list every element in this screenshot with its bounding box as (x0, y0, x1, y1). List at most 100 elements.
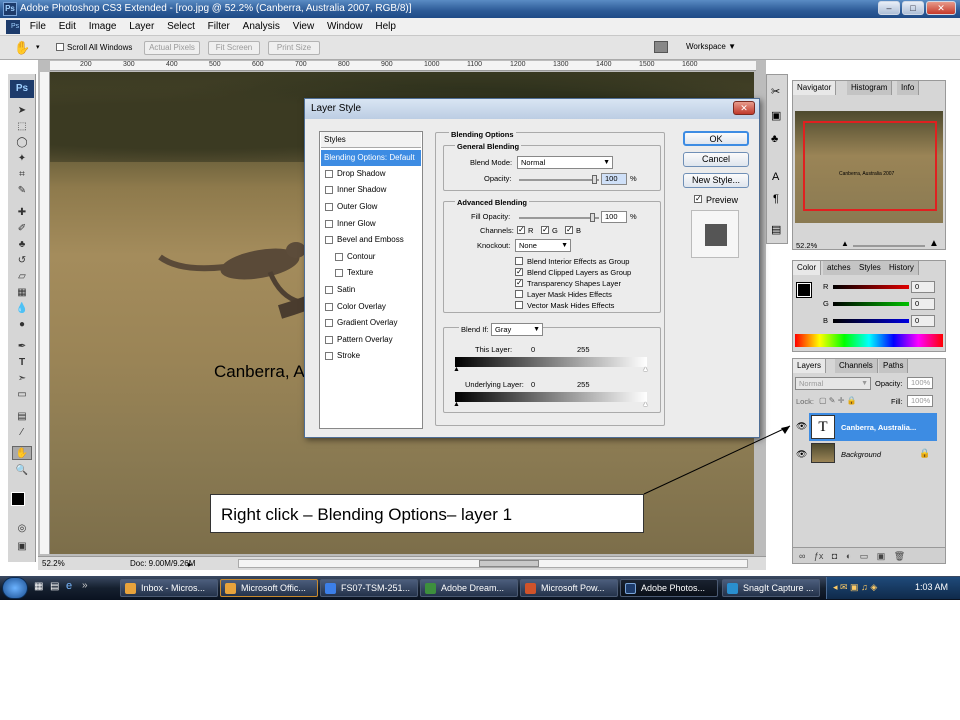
style-checkbox[interactable] (325, 319, 333, 327)
menu-help[interactable]: Help (370, 18, 401, 36)
tool-preset-dropdown-icon[interactable]: ▾ (36, 43, 40, 51)
tab-navigator[interactable]: Navigator (793, 81, 837, 95)
history-brush-icon[interactable]: ↺ (12, 254, 32, 268)
blend-interior-checkbox[interactable] (515, 257, 523, 265)
style-checkbox[interactable] (335, 269, 343, 277)
fill-opacity-input[interactable]: 100 (601, 211, 627, 223)
blend-clipped-checkbox[interactable]: ✓ (515, 268, 523, 276)
r-value[interactable]: 0 (911, 281, 935, 293)
blend-mode-select[interactable]: Normal ▼ (517, 156, 613, 169)
style-color-overlay[interactable]: Color Overlay (321, 299, 421, 315)
style-pattern-overlay[interactable]: Pattern Overlay (321, 332, 421, 348)
menu-image[interactable]: Image (84, 18, 122, 36)
navigator-thumbnail[interactable]: Canberra, Australia 2007 (795, 111, 943, 223)
eraser-tool-icon[interactable]: ▱ (12, 270, 32, 284)
hand-tool-icon[interactable]: ✋ (14, 40, 30, 56)
bridge-icon[interactable] (654, 41, 668, 53)
zoom-out-icon[interactable]: ▲ (841, 239, 849, 248)
taskbar-item-powerpoint[interactable]: Microsoft Pow... (520, 579, 618, 597)
style-inner-shadow[interactable]: Inner Shadow (321, 182, 421, 198)
tab-channels[interactable]: Channels (835, 359, 878, 373)
dialog-close-button[interactable]: ✕ (733, 101, 755, 115)
underlying-black-slider-icon[interactable]: ▲ (453, 401, 460, 408)
dodge-tool-icon[interactable]: ● (12, 318, 32, 332)
screen-mode-icon[interactable]: ▣ (12, 540, 32, 554)
layer-row-background[interactable]: Background 🔒 (809, 441, 937, 467)
style-bevel-emboss[interactable]: Bevel and Emboss (321, 232, 421, 248)
layer-blend-mode-select[interactable]: Normal ▼ (795, 377, 871, 390)
ie-quicklaunch-icon[interactable]: e (66, 580, 72, 592)
menu-filter[interactable]: Filter (203, 18, 235, 36)
style-contour[interactable]: Contour (321, 249, 421, 265)
tab-paths[interactable]: Paths (879, 359, 909, 373)
fg-color-swatch[interactable] (796, 282, 812, 298)
knockout-select[interactable]: None ▼ (515, 239, 571, 252)
menu-layer[interactable]: Layer (124, 18, 159, 36)
tab-history[interactable]: History (885, 261, 919, 275)
layer-opacity-input[interactable]: 100% (907, 377, 933, 389)
paragraph-icon[interactable]: ¶ (773, 193, 779, 205)
style-checkbox[interactable] (325, 286, 333, 294)
hand-tool-active-icon[interactable]: ✋ (12, 446, 32, 460)
tab-layers[interactable]: Layers (793, 359, 827, 373)
brushes-icon[interactable]: ▣ (771, 109, 781, 122)
style-checkbox[interactable] (325, 203, 333, 211)
style-checkbox[interactable] (325, 236, 333, 244)
eyedropper-icon[interactable]: ✎ (12, 184, 32, 198)
move-tool-icon[interactable]: ➤ (12, 104, 32, 118)
photoshop-menu-icon[interactable]: Ps (6, 20, 20, 34)
navigator-zoom[interactable]: 52.2% (796, 241, 817, 250)
this-layer-black-slider-icon[interactable]: ▲ (453, 366, 460, 373)
tab-color[interactable]: Color (793, 261, 822, 275)
style-checkbox[interactable] (335, 253, 343, 261)
shape-tool-icon[interactable]: ▭ (12, 388, 32, 402)
style-checkbox[interactable] (325, 303, 333, 311)
layer-comps-icon[interactable]: ▤ (771, 223, 781, 236)
style-checkbox[interactable] (325, 220, 333, 228)
opacity-slider-knob[interactable] (592, 175, 597, 184)
marquee-tool-icon[interactable]: ⬚ (12, 120, 32, 134)
close-window-button[interactable]: ✕ (926, 1, 956, 15)
transparency-shapes-checkbox[interactable]: ✓ (515, 279, 523, 287)
print-size-button[interactable]: Print Size (268, 41, 320, 55)
magic-wand-icon[interactable]: ✦ (12, 152, 32, 166)
zoom-level[interactable]: 52.2% (42, 557, 65, 570)
menu-select[interactable]: Select (162, 18, 200, 36)
maximize-button[interactable]: □ (902, 1, 924, 15)
type-tool-icon[interactable]: T (12, 356, 32, 370)
style-blending-options[interactable]: Blending Options: Default (321, 150, 421, 166)
channel-b-checkbox[interactable]: ✓ (565, 226, 573, 234)
lock-icons[interactable]: ▢ ✎ ✛ 🔒 (819, 396, 857, 405)
b-slider[interactable] (833, 319, 909, 323)
blend-if-select[interactable]: Gray ▼ (491, 323, 543, 336)
notes-tool-icon[interactable]: ▤ (12, 410, 32, 424)
layers-panel-footer-icons[interactable]: ∞ ƒx ◘ ◐ ▭ ▣ 🗑 (793, 547, 945, 563)
styles-header[interactable]: Styles (321, 132, 421, 148)
channel-r-checkbox[interactable]: ✓ (517, 226, 525, 234)
navigator-view-box[interactable] (803, 121, 937, 211)
vector-mask-hides-checkbox[interactable] (515, 301, 523, 309)
brush-tool-icon[interactable]: ✐ (12, 222, 32, 236)
gradient-tool-icon[interactable]: ▦ (12, 286, 32, 300)
menu-view[interactable]: View (288, 18, 320, 36)
clone-stamp-icon[interactable]: ♣ (12, 238, 32, 252)
opacity-input[interactable]: 100 (601, 173, 627, 185)
cancel-button[interactable]: Cancel (683, 152, 749, 167)
healing-brush-icon[interactable]: ✚ (12, 206, 32, 220)
b-value[interactable]: 0 (911, 315, 935, 327)
clock[interactable]: 1:03 AM (915, 582, 948, 592)
minimize-button[interactable]: – (878, 1, 900, 15)
this-layer-gradient[interactable] (455, 357, 647, 367)
style-outer-glow[interactable]: Outer Glow (321, 199, 421, 215)
tool-presets-icon[interactable]: ✂ (771, 85, 780, 98)
preview-checkbox[interactable]: ✓ (694, 195, 702, 203)
character-icon[interactable]: A (772, 171, 779, 183)
tab-styles[interactable]: Styles (855, 261, 886, 275)
taskbar-item-ie[interactable]: FS07-TSM-251... (320, 579, 418, 597)
layer-row-text[interactable]: T Canberra, Australia... (809, 413, 937, 441)
style-satin[interactable]: Satin (321, 282, 421, 298)
pen-tool-icon[interactable]: ✒ (12, 340, 32, 354)
taskbar-item-photoshop[interactable]: Adobe Photos... (620, 579, 718, 597)
style-checkbox[interactable] (325, 170, 333, 178)
style-drop-shadow[interactable]: Drop Shadow (321, 166, 421, 182)
